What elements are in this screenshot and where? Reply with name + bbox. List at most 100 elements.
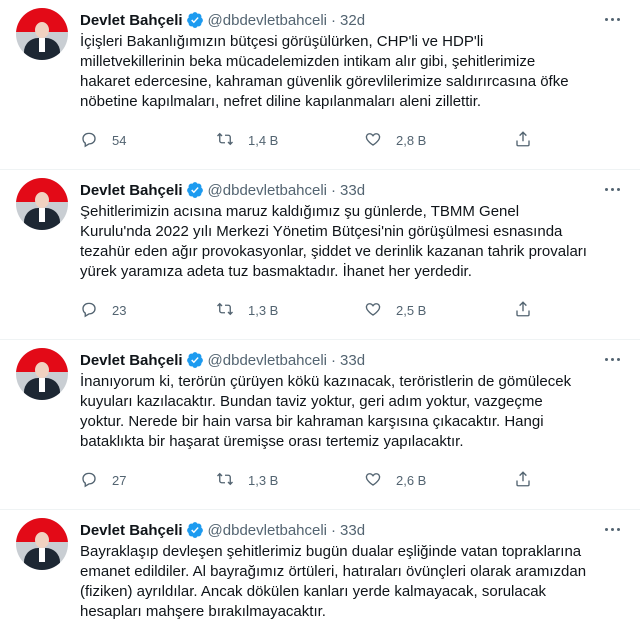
tweet-text-line: yürek yaramıza adeta tuz basmaktadır. İh… [80,263,472,280]
tweet-text-line: tezahür eden ağır provokasyonlar, şiddet… [80,243,587,260]
avatar-shirt [39,378,45,392]
avatar-shirt [39,38,45,52]
retweet-count: 1,4 B [248,132,279,148]
reply-icon [80,300,98,321]
like-icon [364,130,382,151]
like-icon [364,470,382,491]
retweet-icon [216,300,234,321]
reply-count: 27 [112,472,127,488]
tweet-timestamp[interactable]: 33d [340,522,365,539]
tweet-text-line: İçişleri Bakanlığımızın bütçesi görüşülü… [80,33,484,50]
tweet-text-line: milletvekillerinin beka mücadelemizden i… [80,53,536,70]
retweet-button[interactable]: 1,3 B [216,298,278,322]
share-icon [514,130,532,151]
share-icon [514,470,532,491]
tweet-text-line: Bayraklaşıp devleşen şehitlerimiz bugün … [80,543,582,560]
like-count: 2,6 B [396,472,427,488]
tweet-actions: 27 1,3 B 2,6 B [80,468,540,492]
retweet-count: 1,3 B [248,472,279,488]
tweet-text-line: hakaret edercesine, kahraman güvenlik gö… [80,73,569,90]
like-count: 2,5 B [396,302,427,318]
avatar-head [35,192,49,208]
like-count: 2,8 B [396,132,427,148]
reply-button[interactable]: 27 [80,468,126,492]
avatar-head [35,22,49,38]
verified-badge-icon [186,11,204,29]
retweet-button[interactable]: 1,4 B [216,128,278,152]
tweet-text-line: bataklıkta bir haşarat üremişse orası te… [80,433,464,450]
author-name[interactable]: Devlet Bahçeli [80,12,183,29]
tweet-text-line: emanet edildiler. Al bayrağımız örtüleri… [80,563,587,580]
tweet-text-line: nöbetine kapılmaları, nefret diline kapı… [80,93,482,110]
tweet-header: Devlet Bahçeli @dbdevletbahceli · 33d [80,350,365,370]
avatar-shirt [39,548,45,562]
tweet-text: Bayraklaşıp devleşen şehitlerimiz bugün … [80,542,625,622]
share-button[interactable] [514,298,532,322]
avatar-head [35,532,49,548]
author-name[interactable]: Devlet Bahçeli [80,182,183,199]
reply-button[interactable]: 54 [80,128,126,152]
reply-icon [80,130,98,151]
verified-badge-icon [186,181,204,199]
tweet-text-line: Şehitlerimizin acısına maruz kaldığımız … [80,203,520,220]
author-handle[interactable]: @dbdevletbahceli [208,352,327,369]
share-icon [514,300,532,321]
tweet-timestamp[interactable]: 33d [340,182,365,199]
verified-badge-icon [186,521,204,539]
like-button[interactable]: 2,6 B [364,468,426,492]
tweet-timestamp[interactable]: 33d [340,352,365,369]
tweet-timestamp[interactable]: 32d [340,12,365,29]
tweet-text-line: Kurulu'nda 2022 yılı Merkezi Yönetim Büt… [80,223,563,240]
retweet-icon [216,130,234,151]
tweet[interactable]: Devlet Bahçeli @dbdevletbahceli · 33d Şe… [0,170,640,340]
tweet-header: Devlet Bahçeli @dbdevletbahceli · 32d [80,10,365,30]
tweet[interactable]: Devlet Bahçeli @dbdevletbahceli · 33d İn… [0,340,640,510]
reply-count: 54 [112,132,127,148]
tweet-header: Devlet Bahçeli @dbdevletbahceli · 33d [80,180,365,200]
reply-icon [80,470,98,491]
more-options-icon[interactable] [598,8,626,30]
more-options-icon[interactable] [598,518,626,540]
more-options-icon[interactable] [598,178,626,200]
reply-button[interactable]: 23 [80,298,126,322]
reply-count: 23 [112,302,127,318]
separator-dot: · [331,11,337,29]
verified-badge-icon [186,351,204,369]
tweet-text: İçişleri Bakanlığımızın bütçesi görüşülü… [80,32,625,112]
tweet-text-line: yoktur. Nerede bir hain varsa bir kahram… [80,413,544,430]
tweet-header: Devlet Bahçeli @dbdevletbahceli · 33d [80,520,365,540]
tweet-text-line: kuyuları kazılacaktır. Bundan taviz yokt… [80,393,543,410]
tweet-text-line: İnanıyorum ki, terörün çürüyen kökü kazı… [80,373,572,390]
share-button[interactable] [514,468,532,492]
tweet-actions: 54 1,4 B 2,8 B [80,128,540,152]
retweet-count: 1,3 B [248,302,279,318]
author-handle[interactable]: @dbdevletbahceli [208,182,327,199]
avatar-shirt [39,208,45,222]
avatar[interactable] [16,518,68,570]
retweet-icon [216,470,234,491]
tweet-text-line: (fiziken) ayrıldılar. Ancak dökülen kanl… [80,583,547,600]
tweet[interactable]: Devlet Bahçeli @dbdevletbahceli · 32d İç… [0,0,640,170]
author-name[interactable]: Devlet Bahçeli [80,352,183,369]
separator-dot: · [331,521,337,539]
author-name[interactable]: Devlet Bahçeli [80,522,183,539]
avatar[interactable] [16,348,68,400]
avatar-head [35,362,49,378]
tweet-text-line: hesapları mahşere bırakılmayacaktır. [80,603,326,620]
separator-dot: · [331,181,337,199]
like-button[interactable]: 2,5 B [364,298,426,322]
tweet-text: İnanıyorum ki, terörün çürüyen kökü kazı… [80,372,625,452]
like-button[interactable]: 2,8 B [364,128,426,152]
avatar[interactable] [16,178,68,230]
tweet-actions: 23 1,3 B 2,5 B [80,298,540,322]
tweet-text: Şehitlerimizin acısına maruz kaldığımız … [80,202,625,282]
retweet-button[interactable]: 1,3 B [216,468,278,492]
author-handle[interactable]: @dbdevletbahceli [208,522,327,539]
more-options-icon[interactable] [598,348,626,370]
share-button[interactable] [514,128,532,152]
like-icon [364,300,382,321]
author-handle[interactable]: @dbdevletbahceli [208,12,327,29]
avatar[interactable] [16,8,68,60]
separator-dot: · [331,351,337,369]
tweet[interactable]: Devlet Bahçeli @dbdevletbahceli · 33d Ba… [0,510,640,629]
